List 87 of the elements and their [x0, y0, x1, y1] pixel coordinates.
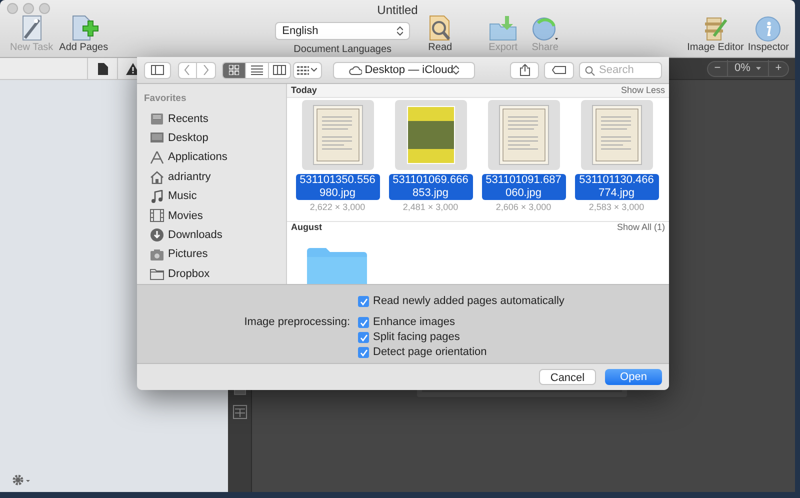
file-dimensions: 2,606 × 3,000 — [496, 201, 552, 214]
close-button[interactable] — [7, 3, 18, 14]
zoom-button[interactable] — [39, 3, 50, 14]
preprocessing-label: Image preprocessing: — [244, 315, 350, 330]
checkbox[interactable] — [358, 347, 369, 358]
file-name[interactable]: 531101091.687060.jpg — [482, 174, 566, 200]
file-name[interactable]: 531101069.666853.jpg — [388, 174, 472, 200]
inbox-icon — [150, 112, 164, 125]
file-dimensions: 2,622 × 3,000 — [310, 201, 366, 214]
chevron-right-icon — [202, 65, 209, 75]
checkbox[interactable] — [358, 317, 369, 328]
search-icon — [584, 66, 595, 76]
toolbar-button[interactable]: Add Pages — [59, 14, 108, 53]
photo-placeholder — [406, 106, 454, 164]
sidebar-toggle-button[interactable] — [144, 62, 171, 78]
share-icon — [520, 64, 530, 76]
toolbar-button[interactable]: Read — [427, 14, 454, 53]
film-icon — [150, 209, 164, 222]
sidebar-item[interactable]: Desktop — [144, 128, 280, 148]
file-dimensions: 2,481 × 3,000 — [402, 201, 458, 214]
columns-icon — [272, 65, 286, 75]
cloud-icon — [348, 66, 362, 74]
checkbox-label: Enhance images — [373, 315, 455, 330]
view-mode-button[interactable] — [244, 62, 268, 78]
section-action-link[interactable]: Show Less — [620, 84, 665, 98]
sidebar-item[interactable]: Music — [144, 186, 280, 206]
camera-icon — [150, 248, 164, 261]
checkbox[interactable] — [358, 332, 369, 343]
toolbar-button[interactable]: Image Editor — [687, 14, 744, 53]
folder-arrow-icon — [488, 14, 518, 42]
caret-icon — [756, 67, 762, 70]
tag-icon — [552, 66, 566, 74]
checkbox-label: Split facing pages — [373, 330, 460, 346]
stepper-icon — [397, 26, 404, 36]
window-title: Untitled — [377, 2, 418, 19]
grid-icon — [232, 405, 246, 419]
document-icon — [98, 62, 108, 74]
tag-button[interactable] — [544, 62, 574, 78]
list-icon — [250, 65, 263, 75]
checkbox-label: Read newly added pages automatically — [373, 294, 564, 310]
chevron-left-icon — [184, 65, 190, 75]
sidebar-item[interactable]: Pictures — [144, 244, 280, 264]
section-heading: Today — [291, 84, 317, 97]
group-button[interactable] — [292, 62, 322, 78]
sidebar-item[interactable]: Dropbox — [144, 264, 280, 284]
sidebar-item[interactable]: Recents — [144, 109, 280, 129]
back-button[interactable] — [178, 62, 197, 78]
document-page-icon — [498, 105, 548, 165]
view-mode-button[interactable] — [222, 62, 245, 78]
search-field[interactable]: Search — [578, 62, 662, 78]
toolbar-button[interactable]: Inspector — [748, 14, 789, 53]
document-page-icon — [312, 105, 362, 165]
sidebar-item[interactable]: Downloads — [144, 226, 280, 245]
monitor-icon — [150, 132, 164, 144]
group-icon — [297, 66, 310, 74]
document-page-icon — [592, 105, 642, 165]
sidebar-item[interactable]: Applications — [144, 148, 280, 168]
music-note-icon — [150, 190, 164, 203]
chevron-down-icon — [311, 68, 318, 72]
grid-icon — [228, 65, 239, 75]
stepper-icon — [453, 65, 460, 75]
sidebar-item[interactable]: adriantry — [144, 167, 280, 187]
checkbox-label: Detect page orientation — [373, 345, 487, 360]
section-heading: August — [291, 221, 322, 234]
zoom-control[interactable]: − 0% + — [707, 60, 789, 76]
sidebar-heading: Favorites — [144, 92, 188, 106]
download-circle-icon — [150, 228, 164, 242]
file-name[interactable]: 531101130.466774.jpg — [574, 174, 658, 200]
forward-button[interactable] — [196, 62, 216, 78]
checkbox[interactable] — [358, 296, 369, 307]
section-action-link[interactable]: Show All (1) — [616, 221, 665, 235]
location-dropdown[interactable]: Desktop — iCloud — [333, 62, 475, 78]
house-icon — [150, 170, 164, 184]
language-label: Document Languages — [294, 44, 392, 55]
minimize-button[interactable] — [23, 3, 34, 14]
info-icon — [755, 14, 782, 42]
file-dimensions: 2,583 × 3,000 — [588, 201, 644, 214]
cancel-button[interactable]: Cancel — [539, 369, 596, 385]
folder-icon — [307, 246, 367, 284]
sidebar-item[interactable]: Movies — [144, 206, 280, 226]
gear-icon — [12, 474, 32, 486]
language-dropdown[interactable]: English — [275, 22, 410, 40]
file-name[interactable]: 531101350.556980.jpg — [296, 174, 380, 200]
view-mode-button[interactable] — [268, 62, 291, 78]
sidebar-icon — [150, 65, 164, 75]
folder-icon — [150, 268, 164, 280]
share-button[interactable] — [510, 62, 540, 78]
